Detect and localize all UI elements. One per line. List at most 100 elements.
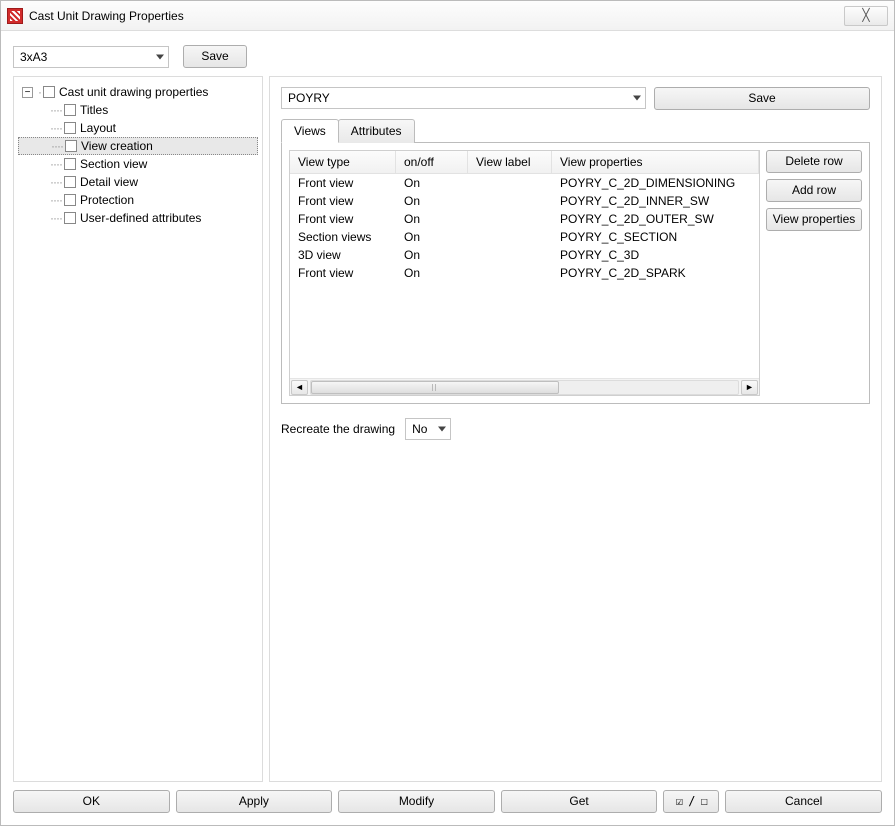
chevron-down-icon	[633, 96, 641, 101]
tree-item[interactable]: ····Protection	[18, 191, 258, 209]
tab-attributes[interactable]: Attributes	[338, 119, 415, 143]
tree-item-label: User-defined attributes	[80, 211, 201, 225]
cell-type: Front view	[290, 264, 396, 282]
tree-item-label: Titles	[80, 103, 108, 117]
scroll-track[interactable]	[310, 380, 739, 395]
cell-label	[468, 210, 552, 228]
ok-button[interactable]: OK	[13, 790, 170, 813]
cancel-button[interactable]: Cancel	[725, 790, 882, 813]
cell-onoff: On	[396, 264, 468, 282]
cell-onoff: On	[396, 210, 468, 228]
scroll-left-icon[interactable]: ◄	[291, 380, 308, 395]
delete-row-button[interactable]: Delete row	[766, 150, 862, 173]
checkbox[interactable]	[43, 86, 55, 98]
scroll-right-icon[interactable]: ►	[741, 380, 758, 395]
footer: OK Apply Modify Get ☑ / ☐ Cancel	[13, 790, 882, 813]
toggle-all-button[interactable]: ☑ / ☐	[663, 790, 719, 813]
table-row[interactable]: Front viewOn POYRY_C_2D_DIMENSIONING	[290, 174, 759, 192]
checkbox[interactable]	[64, 176, 76, 188]
collapse-icon[interactable]: −	[22, 87, 33, 98]
top-row: 3xA3 Save	[13, 45, 882, 68]
tree-item[interactable]: ····Detail view	[18, 173, 258, 191]
checkbox[interactable]	[64, 194, 76, 206]
cell-type: Section views	[290, 228, 396, 246]
chevron-down-icon	[156, 54, 164, 59]
cell-type: Front view	[290, 210, 396, 228]
checkbox[interactable]	[64, 104, 76, 116]
tree-item[interactable]: ····Layout	[18, 119, 258, 137]
cell-label	[468, 192, 552, 210]
recreate-row: Recreate the drawing No	[281, 418, 870, 440]
recreate-value: No	[412, 422, 427, 436]
col-header-onoff[interactable]: on/off	[396, 151, 468, 174]
table-row[interactable]: Front viewOnPOYRY_C_2D_SPARK	[290, 264, 759, 282]
right-preset-value: POYRY	[288, 91, 330, 105]
properties-tree: − · Cast unit drawing properties ····Tit…	[18, 83, 258, 227]
scroll-thumb[interactable]	[311, 381, 559, 394]
cell-type: Front view	[290, 192, 396, 210]
recreate-label: Recreate the drawing	[281, 422, 395, 436]
horizontal-scrollbar[interactable]: ◄ ►	[290, 378, 759, 395]
table-row[interactable]: Front viewOn POYRY_C_2D_OUTER_SW	[290, 210, 759, 228]
checkbox[interactable]	[64, 158, 76, 170]
cell-props: POYRY_C_2D_DIMENSIONING	[552, 174, 759, 192]
preset-combo[interactable]: 3xA3	[13, 46, 169, 68]
cell-label	[468, 264, 552, 282]
add-row-button[interactable]: Add row	[766, 179, 862, 202]
titlebar: Cast Unit Drawing Properties ╳	[1, 1, 894, 31]
main-row: − · Cast unit drawing properties ····Tit…	[13, 76, 882, 782]
table-row[interactable]: Front viewOn POYRY_C_2D_INNER_SW	[290, 192, 759, 210]
modify-button[interactable]: Modify	[338, 790, 495, 813]
tree-panel: − · Cast unit drawing properties ····Tit…	[13, 76, 263, 782]
table-row[interactable]: Section viewsOnPOYRY_C_SECTION	[290, 228, 759, 246]
tree-item-label: Protection	[80, 193, 134, 207]
col-header-props[interactable]: View properties	[552, 151, 759, 174]
save-preset-button[interactable]: Save	[183, 45, 247, 68]
tree-item[interactable]: ····View creation	[18, 137, 258, 155]
cell-onoff: On	[396, 246, 468, 264]
cell-onoff: On	[396, 228, 468, 246]
get-button[interactable]: Get	[501, 790, 658, 813]
views-table: View type on/off View label View propert…	[289, 150, 760, 396]
tab-body: View type on/off View label View propert…	[281, 142, 870, 404]
checkbox[interactable]	[64, 212, 76, 224]
tree-item-label: Section view	[80, 157, 147, 171]
tree-item[interactable]: ····Section view	[18, 155, 258, 173]
cell-props: POYRY_C_2D_OUTER_SW	[552, 210, 759, 228]
tree-root[interactable]: − · Cast unit drawing properties	[18, 83, 258, 101]
tabs: Views Attributes	[281, 118, 870, 142]
preset-combo-value: 3xA3	[20, 50, 47, 64]
tree-root-label: Cast unit drawing properties	[59, 85, 208, 99]
content: 3xA3 Save − · Cast unit drawing properti…	[1, 31, 894, 825]
right-save-button[interactable]: Save	[654, 87, 870, 110]
cell-type: Front view	[290, 174, 396, 192]
cell-label	[468, 174, 552, 192]
view-properties-button[interactable]: View properties	[766, 208, 862, 231]
checkbox[interactable]	[65, 140, 77, 152]
cell-onoff: On	[396, 192, 468, 210]
table-row[interactable]: 3D viewOn POYRY_C_3D	[290, 246, 759, 264]
close-button[interactable]: ╳	[844, 6, 888, 26]
tab-views[interactable]: Views	[281, 119, 339, 143]
table-header: View type on/off View label View propert…	[290, 151, 759, 174]
apply-button[interactable]: Apply	[176, 790, 333, 813]
cell-label	[468, 228, 552, 246]
checkbox[interactable]	[64, 122, 76, 134]
cell-props: POYRY_C_3D	[552, 246, 759, 264]
col-header-type[interactable]: View type	[290, 151, 396, 174]
cell-onoff: On	[396, 174, 468, 192]
chevron-down-icon	[438, 427, 446, 432]
cell-label	[468, 246, 552, 264]
col-header-label[interactable]: View label	[468, 151, 552, 174]
cell-props: POYRY_C_2D_INNER_SW	[552, 192, 759, 210]
recreate-combo[interactable]: No	[405, 418, 451, 440]
tree-item[interactable]: ····Titles	[18, 101, 258, 119]
cell-type: 3D view	[290, 246, 396, 264]
tree-item[interactable]: ····User-defined attributes	[18, 209, 258, 227]
tree-item-label: Layout	[80, 121, 116, 135]
side-buttons: Delete row Add row View properties	[766, 150, 862, 396]
tree-item-label: View creation	[81, 139, 153, 153]
right-panel: POYRY Save Views Attributes View type on…	[269, 76, 882, 782]
app-icon	[7, 8, 23, 24]
right-preset-combo[interactable]: POYRY	[281, 87, 646, 109]
